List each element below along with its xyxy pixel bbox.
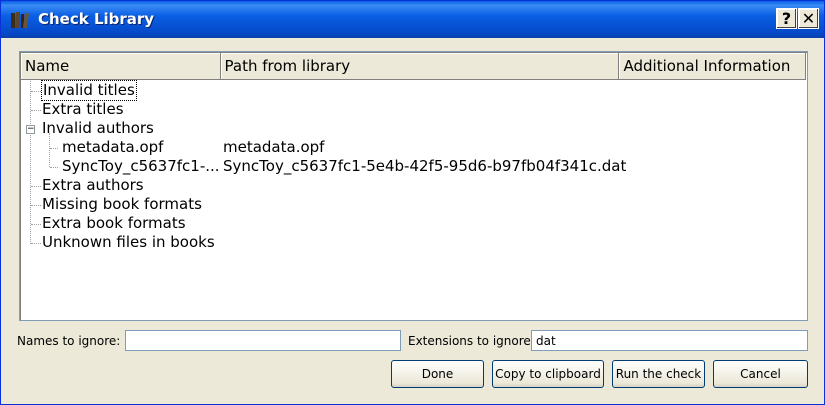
- tree-row[interactable]: Invalid titles: [20, 80, 805, 101]
- copy-to-clipboard-button[interactable]: Copy to clipboard: [492, 360, 604, 388]
- column-header-name[interactable]: Name: [21, 53, 221, 80]
- extensions-to-ignore-input[interactable]: [531, 330, 808, 351]
- tree-item-unknown-files[interactable]: Unknown files in books: [42, 233, 215, 252]
- tree-row[interactable]: Unknown files in books: [20, 233, 805, 252]
- done-button[interactable]: Done: [391, 360, 484, 388]
- check-library-dialog: Check Library ? ✕ Name Path from library…: [0, 0, 825, 405]
- tree-row[interactable]: SyncToy_c5637fc1-... SyncToy_c5637fc1-5e…: [20, 157, 805, 176]
- tree-item-extra-titles[interactable]: Extra titles: [42, 100, 124, 119]
- window-title: Check Library: [38, 10, 155, 28]
- tree-item-invalid-titles[interactable]: Invalid titles: [41, 80, 137, 101]
- tree-row[interactable]: Extra titles: [20, 100, 805, 119]
- tree-row[interactable]: Extra authors: [20, 176, 805, 195]
- tree-row[interactable]: metadata.opf metadata.opf: [20, 138, 805, 157]
- tree-item-synctoy-file[interactable]: SyncToy_c5637fc1-...: [62, 157, 220, 176]
- close-button[interactable]: ✕: [798, 8, 819, 29]
- tree-header: Name Path from library Additional Inform…: [21, 53, 807, 80]
- run-check-button[interactable]: Run the check: [612, 360, 705, 388]
- tree-row[interactable]: Invalid authors: [20, 119, 805, 138]
- column-header-info[interactable]: Additional Information: [619, 53, 807, 80]
- tree-item-extra-authors[interactable]: Extra authors: [42, 176, 144, 195]
- cancel-button[interactable]: Cancel: [713, 360, 808, 388]
- tree-row[interactable]: Extra book formats: [20, 214, 805, 233]
- column-header-path[interactable]: Path from library: [220, 53, 620, 80]
- names-to-ignore-input[interactable]: [125, 330, 401, 351]
- tree-row[interactable]: Missing book formats: [20, 195, 805, 214]
- tree-item-missing-formats[interactable]: Missing book formats: [42, 195, 202, 214]
- tree-item-extra-formats[interactable]: Extra book formats: [42, 214, 186, 233]
- results-tree[interactable]: Name Path from library Additional Inform…: [19, 51, 808, 321]
- title-bar[interactable]: Check Library ? ✕: [1, 1, 824, 38]
- extensions-to-ignore-label: Extensions to ignore: [408, 334, 531, 348]
- tree-item-invalid-authors[interactable]: Invalid authors: [42, 119, 154, 138]
- tree-item-metadata-opf[interactable]: metadata.opf: [62, 138, 163, 157]
- row-path: metadata.opf: [223, 138, 325, 156]
- help-button[interactable]: ?: [776, 8, 797, 29]
- books-icon: [10, 10, 30, 30]
- row-path: SyncToy_c5637fc1-5e4b-42f5-95d6-b97fb04f…: [223, 157, 627, 175]
- names-to-ignore-label: Names to ignore:: [17, 334, 121, 348]
